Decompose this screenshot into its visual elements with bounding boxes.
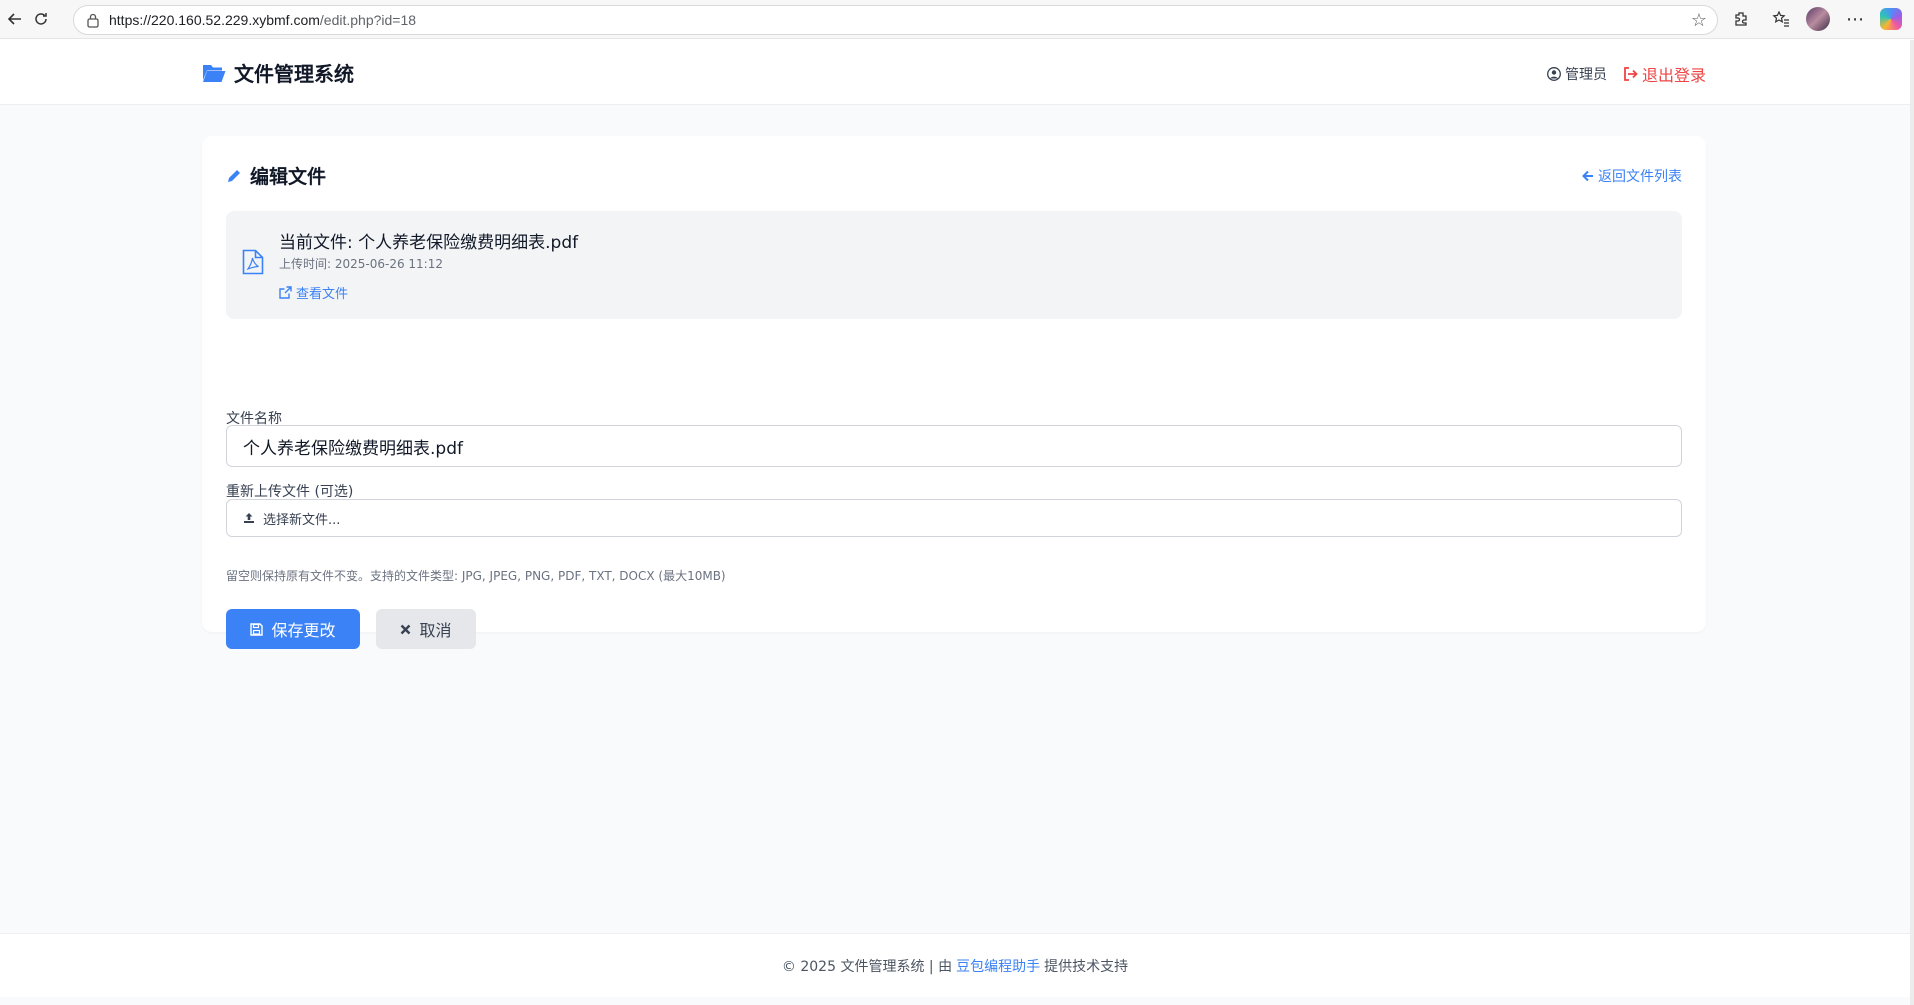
profile-avatar[interactable] [1805, 6, 1831, 32]
footer-credit-link[interactable]: 豆包编程助手 [956, 956, 1040, 976]
current-file-name: 当前文件: 个人养老保险缴费明细表.pdf [279, 233, 579, 253]
footer-suffix: 提供技术支持 [1044, 958, 1129, 975]
file-name-input[interactable]: 个人养老保险缴费明细表.pdf [226, 425, 1682, 467]
browser-toolbar: https://220.160.52.229.xybmf.com/edit.ph… [0, 0, 1914, 39]
page: 文件管理系统 管理员 退出登录 编辑文件 返回文件列表 当前文件: 个人养老保险… [0, 40, 1910, 1005]
view-file-label: 查看文件 [296, 287, 349, 302]
close-icon [401, 624, 411, 634]
current-file-panel: 当前文件: 个人养老保险缴费明细表.pdf 上传时间: 2025-06-26 1… [226, 211, 1682, 319]
file-name-value: 个人养老保险缴费明细表.pdf [243, 438, 463, 459]
back-arrow-icon[interactable] [2, 6, 28, 32]
refresh-icon[interactable] [28, 6, 54, 32]
arrow-left-icon [1582, 170, 1593, 182]
cancel-label: 取消 [419, 621, 452, 640]
user-circle-icon [1547, 67, 1561, 81]
logout-button[interactable]: 退出登录 [1623, 62, 1706, 86]
user-area: 管理员 退出登录 [1547, 62, 1706, 86]
reupload-label: 重新上传文件 (可选) [226, 484, 354, 500]
url-text: https://220.160.52.229.xybmf.com/edit.ph… [109, 12, 417, 28]
scrollbar[interactable] [1910, 40, 1914, 1005]
user-info: 管理员 [1547, 64, 1607, 84]
external-link-icon [279, 286, 292, 299]
back-to-list-link[interactable]: 返回文件列表 [1582, 166, 1682, 186]
sign-out-icon [1624, 67, 1638, 81]
save-changes-button[interactable]: 保存更改 [226, 609, 360, 649]
favorites-icon[interactable] [1768, 6, 1794, 32]
pencil-icon [228, 169, 240, 182]
brand-title: 文件管理系统 [234, 62, 354, 86]
save-icon [250, 622, 264, 636]
more-options-icon[interactable]: ⋯ [1842, 6, 1868, 32]
site-header: 文件管理系统 管理员 退出登录 [0, 40, 1910, 105]
user-name: 管理员 [1564, 67, 1607, 83]
edit-file-card: 编辑文件 返回文件列表 当前文件: 个人养老保险缴费明细表.pdf 上传时间: … [202, 136, 1706, 649]
file-upload-input[interactable]: 选择新文件... [226, 499, 1682, 537]
cancel-button[interactable]: 取消 [376, 609, 476, 649]
upload-icon [244, 513, 254, 523]
view-file-link[interactable]: 查看文件 [279, 283, 348, 302]
card-title: 编辑文件 [226, 162, 326, 189]
lock-icon [87, 13, 99, 28]
card-title-text: 编辑文件 [250, 166, 327, 188]
address-bar[interactable]: https://220.160.52.229.xybmf.com/edit.ph… [73, 5, 1718, 35]
pdf-file-icon [242, 249, 264, 275]
brand[interactable]: 文件管理系统 [202, 58, 354, 87]
logout-label: 退出登录 [1641, 66, 1706, 85]
footer: © 2025 文件管理系统 | 由 豆包编程助手 提供技术支持 [0, 933, 1910, 997]
back-link-label: 返回文件列表 [1598, 169, 1682, 185]
extensions-icon[interactable] [1729, 6, 1755, 32]
favorite-star-icon[interactable]: ☆ [1691, 10, 1707, 31]
upload-button-label: 选择新文件... [263, 512, 341, 528]
footer-prefix: © 2025 文件管理系统 | 由 [781, 958, 953, 975]
folder-open-icon [203, 64, 226, 82]
copilot-icon[interactable] [1878, 6, 1904, 32]
upload-time: 上传时间: 2025-06-26 11:12 [279, 257, 443, 271]
upload-hint: 留空则保持原有文件不变。支持的文件类型: JPG, JPEG, PNG, PDF… [226, 569, 726, 583]
save-label: 保存更改 [271, 621, 336, 640]
